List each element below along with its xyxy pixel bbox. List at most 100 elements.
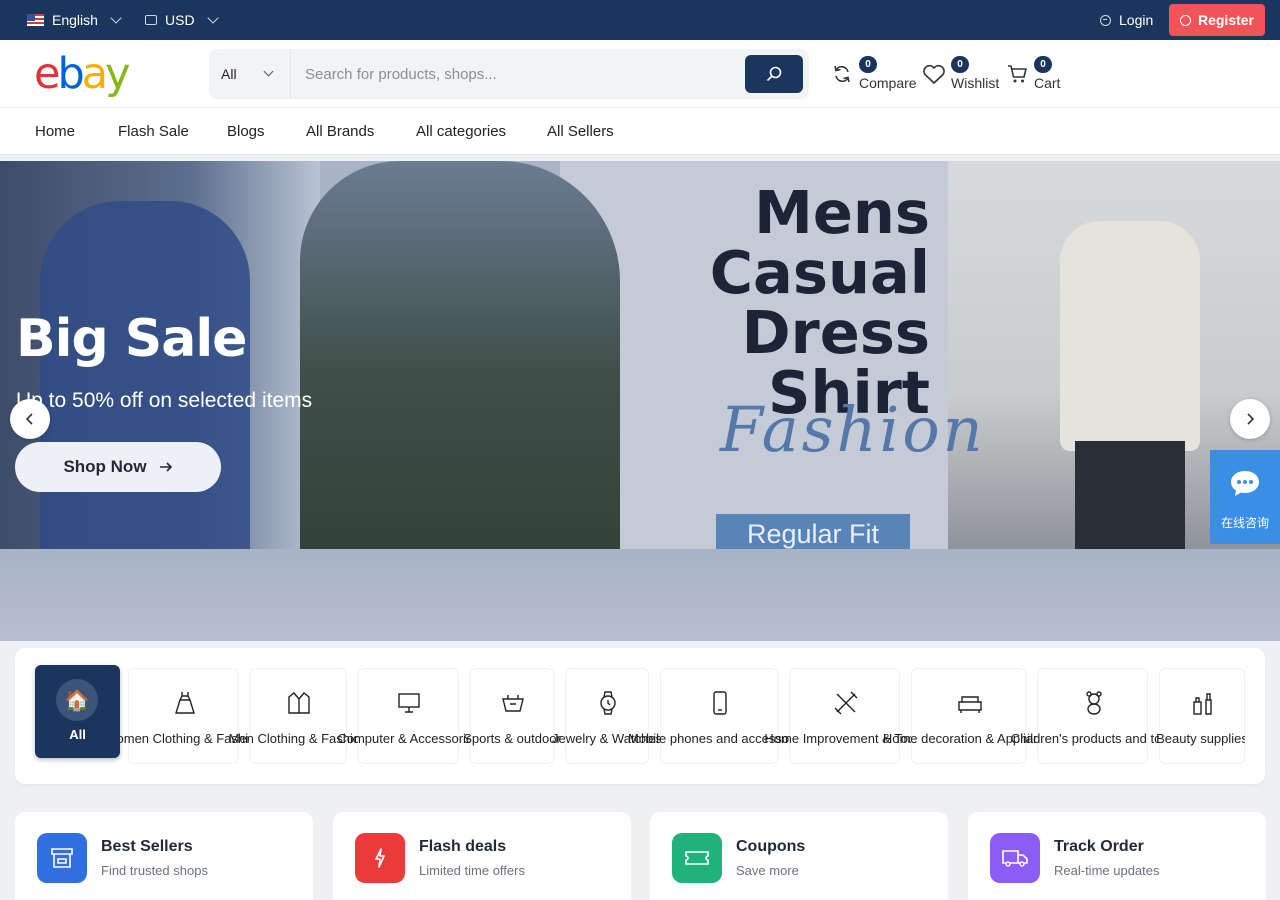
category-label: Beauty supplies [1156,731,1245,746]
header: ebay All 0 Compare 0 Wishlist [0,40,1280,108]
feature-coupons[interactable]: Coupons Save more [650,812,948,900]
banner-title: Mens Casual Dress Shirt [620,183,930,423]
compare-link[interactable]: 0 Compare [832,54,918,94]
main-nav: Home Flash Sale Blogs All Brands All cat… [0,108,1280,155]
tools-icon [828,685,864,721]
compare-label: Compare [859,75,917,91]
feature-subtitle: Find trusted shops [101,863,208,878]
computer-icon [391,685,427,721]
cart-link[interactable]: 0 Cart [1007,54,1067,94]
feature-title: Flash deals [419,838,507,855]
hero-next-button[interactable] [1230,399,1270,439]
chevron-right-icon [1247,413,1255,425]
chevron-down-icon [206,11,219,24]
ebay-logo[interactable]: ebay [34,49,131,99]
shop-now-button[interactable]: Shop Now [15,442,221,492]
category-panel: Women Clothing & Fashion Men Clothing & … [15,648,1265,784]
heart-icon [923,64,945,84]
hero-prev-button[interactable] [10,399,50,439]
category-jewelry[interactable]: Jewelry & Watches [552,668,662,764]
category-women-clothing[interactable]: Women Clothing & Fashion [104,668,263,764]
user-add-icon [1179,14,1191,26]
logo-letter: e [34,49,61,99]
language-label: English [52,12,98,28]
search-input[interactable] [305,59,735,89]
ticket-icon [672,833,722,883]
banner-title-line: Casual [709,238,930,307]
top-bar: English USD Login Register [0,0,1280,40]
feature-flash-deals[interactable]: Flash deals Limited time offers [333,812,631,900]
currency-label: USD [165,12,195,28]
teddy-bear-icon [1076,685,1112,721]
logo-letter: b [57,49,84,99]
feature-title: Best Sellers [101,838,193,855]
hero-title: Big Sale [16,309,247,369]
category-mobile[interactable]: Mobile phones and accessories [628,668,810,764]
login-label: Login [1119,12,1154,28]
hero-subtitle: Up to 50% off on selected items [16,389,313,412]
logo-letter: a [81,49,108,99]
wishlist-label: Wishlist [951,75,1000,91]
nav-all-sellers[interactable]: All Sellers [547,108,614,155]
search-button[interactable] [745,55,803,93]
banner-script-text: Fashion [720,393,986,466]
category-all[interactable]: 🏠 All [35,665,120,758]
photo-section [300,161,620,549]
currency-selector[interactable]: USD [145,0,219,40]
register-button[interactable]: Register [1169,4,1265,36]
phone-icon [702,685,738,721]
refresh-icon [834,65,850,83]
language-selector[interactable]: English [27,0,122,40]
online-chat-widget[interactable]: 在线咨询 [1210,450,1280,544]
category-computer[interactable]: Computer & Accessories [337,668,480,764]
nav-flash-sale[interactable]: Flash Sale [118,108,189,155]
cart-icon [1008,65,1027,83]
arrow-right-icon [159,462,172,472]
nav-home[interactable]: Home [35,108,75,155]
chat-bubble-icon [1231,471,1259,496]
lightning-icon [355,833,405,883]
hero-banner: Mens Casual Dress Shirt Fashion Regular … [0,161,1280,641]
sofa-icon [952,685,988,721]
watch-icon [590,685,626,721]
category-sports[interactable]: Sports & outdoor [463,668,561,764]
category-home-improvement[interactable]: Home Improvement & Tools [764,668,925,764]
search-bar: All [209,49,809,99]
nav-all-categories[interactable]: All categories [416,108,506,155]
suit-icon [281,685,317,721]
cosmetics-icon [1185,685,1221,721]
shop-icon [37,833,87,883]
compare-count-badge: 0 [859,56,877,73]
truck-icon [990,833,1040,883]
category-men-clothing[interactable]: Men Clothing & Fashion [229,668,367,764]
store-icon: 🏠 [56,679,98,721]
category-home-decoration[interactable]: Home decoration & Appliance [883,668,1054,764]
feature-track-order[interactable]: Track Order Real-time updates [968,812,1266,900]
photo-section [1060,221,1200,451]
sports-icon [495,685,531,721]
chat-label: 在线咨询 [1220,516,1269,530]
feature-subtitle: Real-time updates [1054,863,1160,878]
logo-letter: y [105,49,131,99]
feature-title: Track Order [1054,838,1144,855]
feature-best-sellers[interactable]: Best Sellers Find trusted shops [15,812,313,900]
chevron-down-icon [110,11,122,24]
banner-fit-label: Regular Fit [716,514,910,549]
shop-now-label: Shop Now [63,457,147,476]
feature-subtitle: Save more [736,863,799,878]
nav-all-brands[interactable]: All Brands [306,108,374,155]
category-beauty[interactable]: Beauty supplies [1156,668,1245,764]
register-label: Register [1197,12,1255,28]
search-category-select[interactable]: All [209,49,291,99]
nav-blogs[interactable]: Blogs [227,108,265,155]
photo-section [40,201,250,549]
wishlist-link[interactable]: 0 Wishlist [922,54,1002,94]
photo-section [1075,441,1185,549]
search-icon [767,66,782,81]
login-link[interactable]: Login [1100,0,1153,40]
category-children-toys[interactable]: Children's products and toys [1011,668,1174,764]
login-icon [1100,14,1111,26]
banner-title-line: Mens [754,178,930,247]
currency-icon [145,15,157,25]
feature-subtitle: Limited time offers [419,863,525,878]
